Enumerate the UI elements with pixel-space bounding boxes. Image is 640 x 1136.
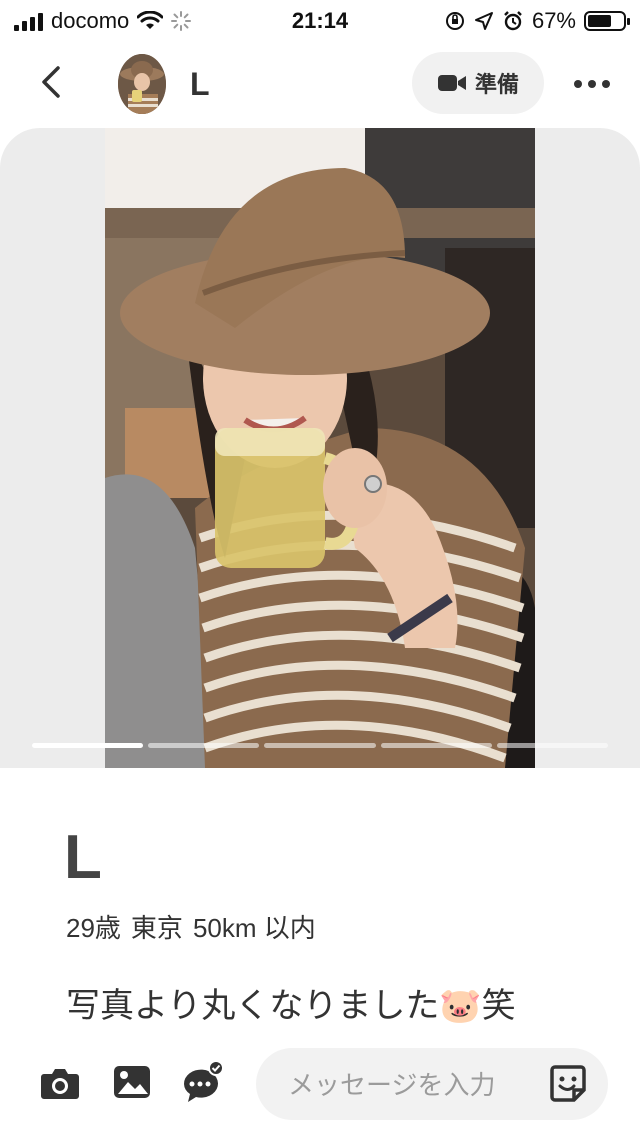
profile-bio: 写真より丸くなりました🐷笑 bbox=[66, 987, 516, 1025]
avatar[interactable] bbox=[118, 54, 166, 114]
battery-icon bbox=[584, 11, 630, 31]
profile-photo[interactable] bbox=[105, 128, 535, 768]
photo-progress-indicator bbox=[32, 743, 609, 748]
profile-location: 東京 bbox=[130, 913, 183, 943]
video-call-button[interactable]: 準備 bbox=[412, 52, 544, 114]
message-composer bbox=[0, 1040, 640, 1136]
more-icon[interactable] bbox=[566, 62, 618, 106]
status-right: 67% bbox=[444, 8, 630, 34]
photo-progress-segment bbox=[380, 743, 492, 748]
battery-fill bbox=[588, 15, 611, 27]
photo-progress-segment bbox=[148, 743, 260, 748]
sticker-icon[interactable] bbox=[548, 1064, 588, 1104]
profile-age: 29歳 bbox=[66, 913, 121, 943]
location-icon bbox=[474, 12, 493, 30]
message-input-container[interactable] bbox=[256, 1048, 608, 1122]
chat-header: L 準備 bbox=[0, 40, 640, 128]
battery-percent: 67% bbox=[531, 8, 576, 33]
orientation-lock-icon bbox=[445, 12, 464, 30]
profile-name: L bbox=[64, 823, 102, 892]
profile-distance: 50km 以内 bbox=[192, 913, 316, 943]
status-bar: docomo 21:14 67% bbox=[0, 0, 640, 40]
profile-photo-image bbox=[105, 128, 535, 768]
message-input[interactable] bbox=[286, 1048, 540, 1122]
chat-partner-name[interactable]: L bbox=[190, 66, 210, 103]
profile-photo-carousel[interactable] bbox=[0, 128, 640, 768]
video-camera-icon bbox=[437, 75, 466, 91]
alarm-icon bbox=[504, 11, 522, 31]
photo-progress-segment bbox=[264, 743, 376, 748]
profile-meta: 29歳 東京 50km 以内 bbox=[66, 908, 316, 945]
video-call-label: 準備 bbox=[474, 72, 519, 97]
chat-check-icon[interactable] bbox=[180, 1060, 224, 1104]
camera-icon[interactable] bbox=[38, 1060, 82, 1104]
photo-progress-segment bbox=[496, 743, 609, 748]
back-chevron-icon[interactable] bbox=[30, 60, 74, 104]
image-icon[interactable] bbox=[110, 1060, 154, 1104]
photo-progress-segment bbox=[32, 743, 144, 748]
